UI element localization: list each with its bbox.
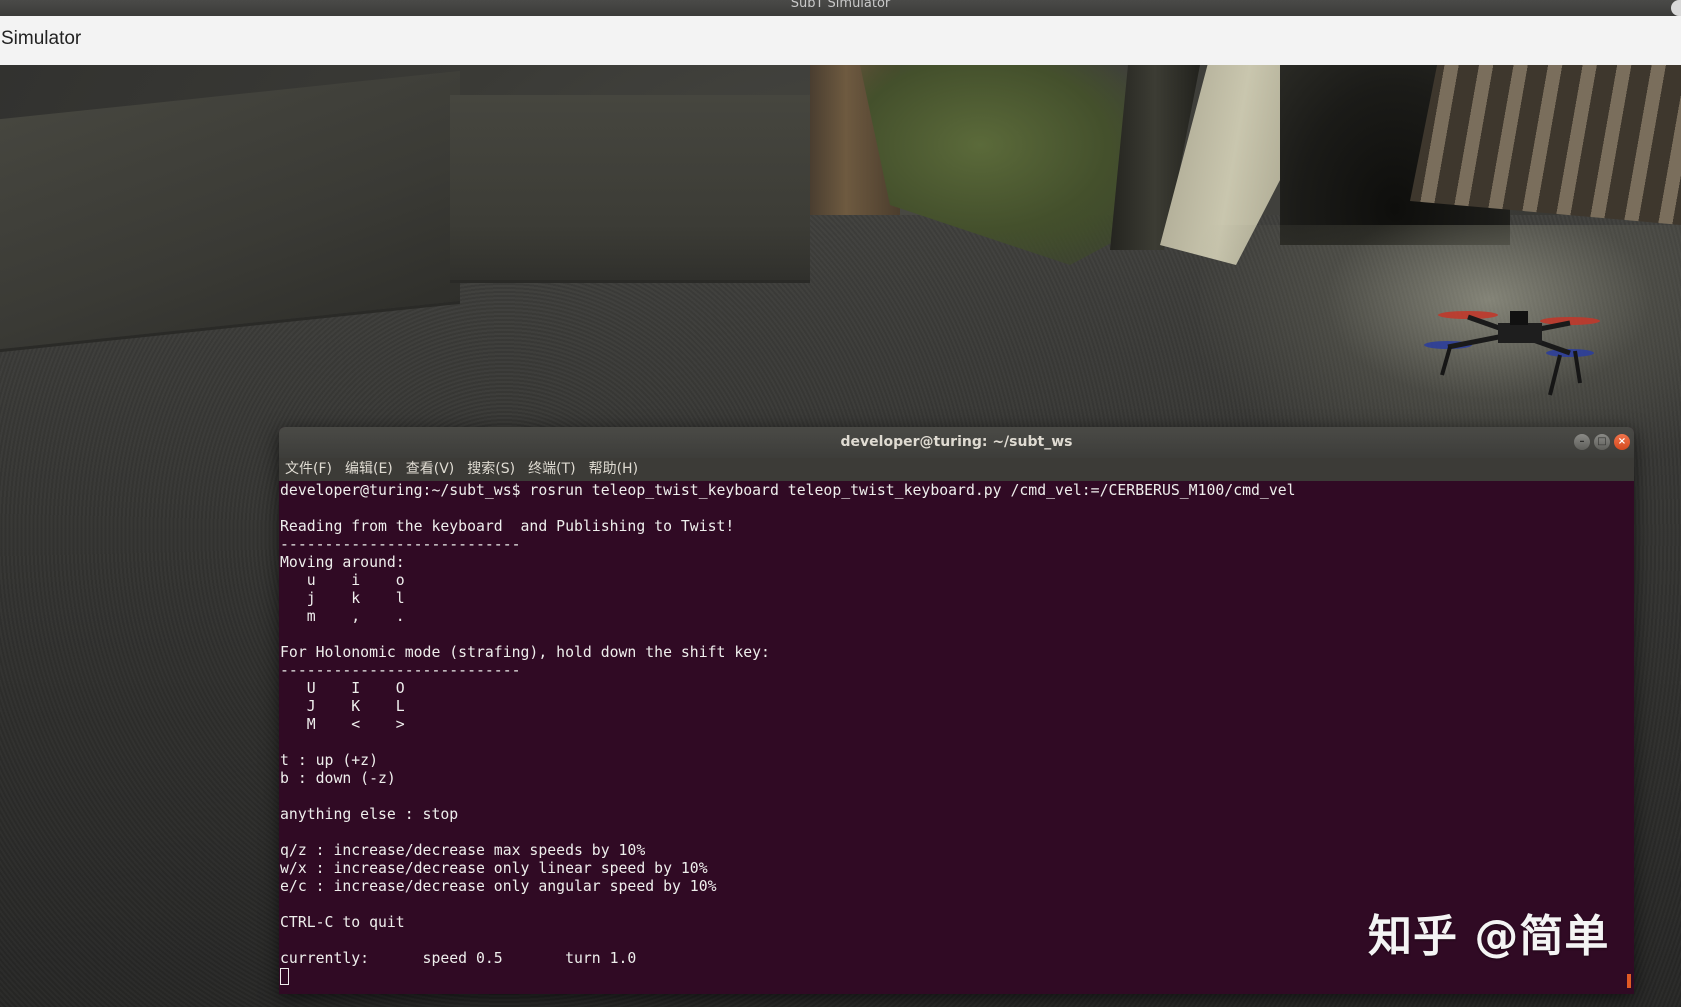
terminal-line: U I O (280, 680, 405, 697)
terminal-line: m , . (280, 608, 405, 625)
window-controls: – □ × (1574, 434, 1630, 450)
terminal-line: anything else : stop (280, 806, 459, 823)
os-window-title: SubT Simulator (790, 0, 891, 11)
terminal-line: Moving around: (280, 554, 405, 571)
terminal-menu-item[interactable]: 文件(F) (279, 458, 339, 481)
minimize-button[interactable]: – (1574, 434, 1590, 450)
app-header-label: Simulator (1, 28, 82, 49)
terminal-line: b : down (-z) (280, 770, 396, 787)
terminal-line: w/x : increase/decrease only linear spee… (280, 860, 708, 877)
terminal-line: developer@turing:~/subt_ws$ rosrun teleo… (280, 482, 1296, 499)
app-header: Simulator (0, 16, 1681, 66)
window-corner (1671, 0, 1681, 16)
terminal-line: M < > (280, 716, 405, 733)
terminal-line: --------------------------- (280, 662, 521, 679)
terminal-line: u i o (280, 572, 405, 589)
concrete-barrier-left (0, 70, 460, 353)
drone-sensor (1510, 311, 1528, 325)
drone-leg (1440, 346, 1452, 376)
os-window-titlebar[interactable]: SubT Simulator (0, 0, 1681, 16)
terminal-line: J K L (280, 698, 405, 715)
concrete-barrier-middle (450, 95, 810, 283)
terminal-menu-item[interactable]: 搜索(S) (461, 458, 522, 481)
terminal-line: e/c : increase/decrease only angular spe… (280, 878, 717, 895)
drone-body (1498, 323, 1542, 343)
terminal-line: j k l (280, 590, 405, 607)
drone-model[interactable] (1420, 295, 1620, 405)
terminal-titlebar[interactable]: developer@turing: ~/subt_ws – □ × (279, 427, 1634, 458)
terminal-line: Reading from the keyboard and Publishing… (280, 518, 735, 535)
close-button[interactable]: × (1614, 434, 1630, 450)
text-cursor (280, 968, 289, 985)
scroll-indicator (1627, 974, 1631, 988)
terminal-menu-item[interactable]: 终端(T) (522, 458, 582, 481)
terminal-title: developer@turing: ~/subt_ws (840, 434, 1073, 450)
tunnel-rib-structure (1410, 65, 1681, 225)
watermark: 知乎 @简单 (1368, 911, 1610, 962)
terminal-menu-item[interactable]: 查看(V) (400, 458, 462, 481)
terminal-menu-item[interactable]: 编辑(E) (339, 458, 400, 481)
maximize-button[interactable]: □ (1594, 434, 1610, 450)
terminal-menubar: 文件(F) 编辑(E) 查看(V) 搜索(S) 终端(T) 帮助(H) (279, 458, 1634, 481)
terminal-line: For Holonomic mode (strafing), hold down… (280, 644, 770, 661)
terminal-line: t : up (+z) (280, 752, 378, 769)
terminal-menu-item[interactable]: 帮助(H) (583, 458, 645, 481)
screen: SubT Simulator Simulator developer@turin… (0, 0, 1681, 1007)
terminal-line: q/z : increase/decrease max speeds by 10… (280, 842, 646, 859)
terminal-prompt-line (280, 968, 1634, 987)
terminal-line: --------------------------- (280, 536, 521, 553)
drone-leg (1548, 354, 1562, 396)
